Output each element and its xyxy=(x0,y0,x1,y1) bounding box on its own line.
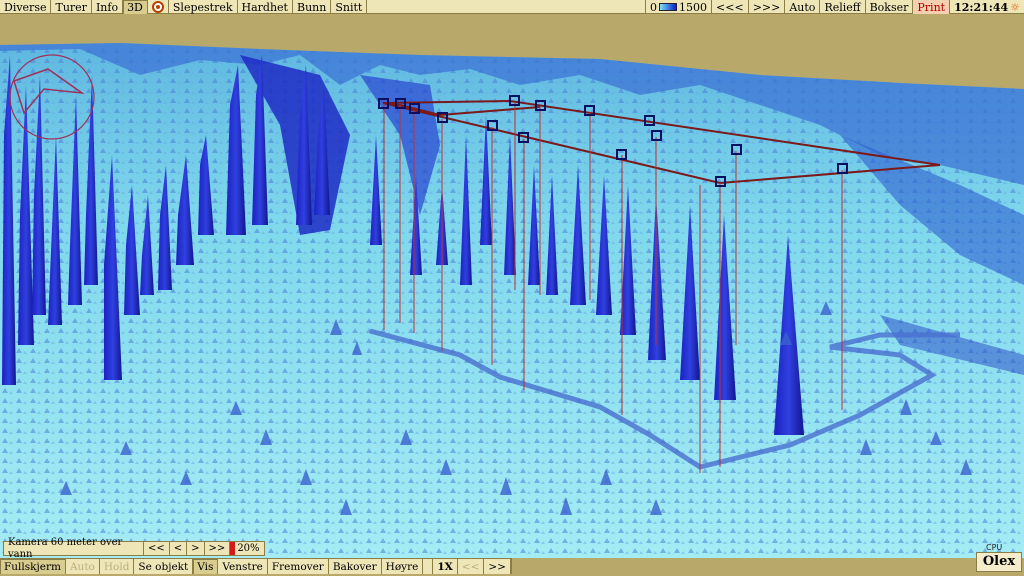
nav-spacer xyxy=(423,559,434,574)
back-button[interactable]: <<< xyxy=(712,0,749,14)
forward-nav-button[interactable]: Fremover xyxy=(268,559,329,574)
fullscreen-button[interactable]: Fullskjerm xyxy=(0,559,66,574)
camera-faster-forward[interactable]: >> xyxy=(205,542,231,555)
target-button[interactable] xyxy=(148,0,169,14)
speed-indicator: 1X xyxy=(433,559,458,574)
compass-icon[interactable] xyxy=(4,49,100,145)
print-button[interactable]: Print xyxy=(913,0,951,14)
clock: 12:21:44 ☼ xyxy=(950,0,1024,14)
camera-forward[interactable]: > xyxy=(187,542,205,555)
olex-logo: Olex xyxy=(976,552,1022,572)
zoom-percent[interactable]: 20% xyxy=(230,542,264,555)
top-toolbar: Diverse Turer Info 3D Slepestrek Hardhet… xyxy=(0,0,1024,14)
slower-button[interactable]: << xyxy=(458,559,485,574)
sun-icon: ☼ xyxy=(1010,0,1020,14)
depth-max: 1500 xyxy=(679,0,708,14)
back-nav-button[interactable]: Bakover xyxy=(329,559,382,574)
right-button[interactable]: Høyre xyxy=(382,559,424,574)
relief-button[interactable]: Relieff xyxy=(820,0,866,14)
clock-time: 12:21:44 xyxy=(954,0,1009,14)
camera-faster-back[interactable]: << xyxy=(144,542,170,555)
menu-snitt[interactable]: Snitt xyxy=(331,0,368,14)
menu-turer[interactable]: Turer xyxy=(51,0,92,14)
menu-bunn[interactable]: Bunn xyxy=(293,0,332,14)
seabed-3d-view[interactable] xyxy=(0,15,1024,558)
toolbar-spacer xyxy=(367,0,647,13)
faster-button[interactable]: >> xyxy=(484,559,511,574)
terrain-render xyxy=(0,43,1024,558)
menu-diverse[interactable]: Diverse xyxy=(0,0,52,14)
left-button[interactable]: Venstre xyxy=(218,559,268,574)
forward-button[interactable]: >>> xyxy=(749,0,786,14)
depth-scale[interactable]: 0 1500 xyxy=(646,0,713,14)
menu-info[interactable]: Info xyxy=(92,0,124,14)
depth-color-bar xyxy=(659,3,678,11)
menu-slepestrek[interactable]: Slepestrek xyxy=(169,0,238,14)
auto-button[interactable]: Auto xyxy=(785,0,821,14)
menu-hardhet[interactable]: Hardhet xyxy=(238,0,293,14)
target-icon xyxy=(151,1,164,13)
view-button[interactable]: Vis xyxy=(193,559,219,574)
camera-back[interactable]: < xyxy=(170,542,188,555)
boxes-button[interactable]: Bokser xyxy=(866,0,914,14)
depth-min: 0 xyxy=(650,0,658,14)
bottom-navbar: Fullskjerm Auto Hold Se objekt Vis Venst… xyxy=(0,558,512,574)
camera-status: Kamera 60 meter over vann xyxy=(4,537,144,560)
auto-nav-button[interactable]: Auto xyxy=(66,559,100,574)
menu-3d[interactable]: 3D xyxy=(123,0,148,14)
camera-bar: Kamera 60 meter over vann << < > >> 20% xyxy=(3,537,265,560)
hold-button[interactable]: Hold xyxy=(100,559,135,574)
see-object-button[interactable]: Se objekt xyxy=(134,559,194,574)
